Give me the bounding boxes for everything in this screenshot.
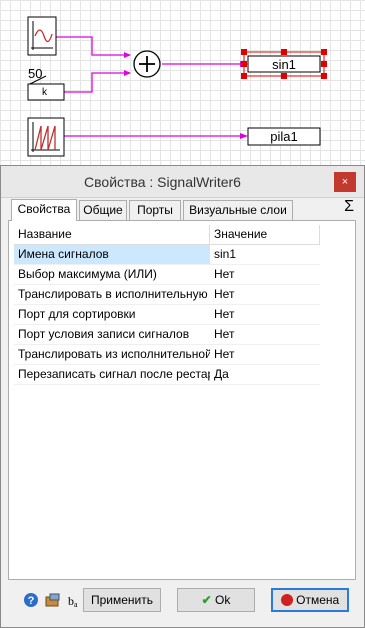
table-row[interactable]: Имена сигналов sin1 xyxy=(14,245,324,265)
properties-pane: Название Значение Имена сигналов sin1 Вы… xyxy=(8,220,356,580)
property-name: Порт для сортировки xyxy=(14,305,210,325)
table-row[interactable]: Транслировать из исполнительной системы … xyxy=(14,345,324,365)
table-row[interactable]: Перезаписать сигнал после рестарта Да xyxy=(14,365,324,385)
tab-visual-layers[interactable]: Визуальные слои xyxy=(183,200,293,220)
property-name: Транслировать из исполнительной системы xyxy=(14,345,210,365)
ok-label: Ok xyxy=(215,593,231,607)
property-name: Перезаписать сигнал после рестарта xyxy=(14,365,210,385)
connector-arrowhead xyxy=(124,52,131,58)
property-name: Транслировать в исполнительную систему xyxy=(14,285,210,305)
column-header-name[interactable]: Название xyxy=(14,225,210,245)
gain-k-label: k xyxy=(42,87,47,98)
property-name: Выбор максимума (ИЛИ) xyxy=(14,265,210,285)
toolbox-icon[interactable] xyxy=(45,592,61,608)
resize-handle[interactable] xyxy=(321,61,327,67)
connector-arrowhead xyxy=(124,70,131,76)
writer2-label: pila1 xyxy=(270,129,298,144)
svg-text:a: a xyxy=(74,600,78,608)
resize-handle[interactable] xyxy=(241,73,247,79)
diagram-canvas[interactable]: 50 k sin1 pila1 xyxy=(0,0,365,165)
sum-block[interactable] xyxy=(133,50,161,78)
table-row[interactable]: Транслировать в исполнительную систему Н… xyxy=(14,285,324,305)
button-bar: ? b a Применить ✔ Ok Отмена xyxy=(1,586,365,622)
connector-arrowhead xyxy=(240,133,248,139)
properties-dialog: Свойства : SignalWriter6 × Свойства Общи… xyxy=(0,165,365,628)
tab-properties[interactable]: Свойства xyxy=(11,199,77,221)
resize-handle[interactable] xyxy=(321,73,327,79)
property-value[interactable]: Нет xyxy=(210,325,320,345)
properties-grid: Название Значение Имена сигналов sin1 Вы… xyxy=(14,225,324,385)
cancel-button[interactable]: Отмена xyxy=(271,588,349,612)
property-value[interactable]: Нет xyxy=(210,265,320,285)
close-button[interactable]: × xyxy=(334,172,356,192)
cancel-icon xyxy=(280,594,293,606)
apply-button[interactable]: Применить xyxy=(83,588,161,612)
grid-header: Название Значение xyxy=(14,225,324,245)
connector-k-to-sum xyxy=(64,72,130,93)
property-value[interactable]: Нет xyxy=(210,345,320,365)
check-icon: ✔ xyxy=(201,593,212,607)
ok-button[interactable]: ✔ Ok xyxy=(177,588,255,612)
const-value-label: 50 xyxy=(28,66,43,81)
table-row[interactable]: Порт условия записи сигналов Нет xyxy=(14,325,324,345)
property-value[interactable]: sin1 xyxy=(210,245,320,265)
resize-handle[interactable] xyxy=(281,49,287,55)
tab-ports[interactable]: Порты xyxy=(129,200,181,220)
sigma-icon[interactable]: Σ xyxy=(344,198,354,216)
resize-handle[interactable] xyxy=(281,73,287,79)
table-row[interactable]: Порт для сортировки Нет xyxy=(14,305,324,325)
property-name: Порт условия записи сигналов xyxy=(14,325,210,345)
resize-handle[interactable] xyxy=(321,49,327,55)
resize-handle[interactable] xyxy=(241,61,247,67)
cancel-label: Отмена xyxy=(296,593,340,607)
font-icon[interactable]: b a xyxy=(67,592,83,608)
svg-text:?: ? xyxy=(28,595,35,607)
dialog-title: Свойства : SignalWriter6 xyxy=(84,174,241,190)
writer1-label: sin1 xyxy=(272,57,296,72)
column-header-value[interactable]: Значение xyxy=(210,225,320,245)
tab-general[interactable]: Общие xyxy=(79,200,127,220)
table-row[interactable]: Выбор максимума (ИЛИ) Нет xyxy=(14,265,324,285)
property-value[interactable]: Нет xyxy=(210,285,320,305)
property-value[interactable]: Да xyxy=(210,365,320,385)
resize-handle[interactable] xyxy=(241,49,247,55)
property-value[interactable]: Нет xyxy=(210,305,320,325)
sawtooth-block[interactable] xyxy=(27,117,65,157)
connector-sin-to-sum xyxy=(56,36,130,56)
help-icon[interactable]: ? xyxy=(23,592,39,608)
dialog-titlebar[interactable]: Свойства : SignalWriter6 × xyxy=(1,166,364,198)
property-name: Имена сигналов xyxy=(14,245,210,265)
sine-block[interactable] xyxy=(27,16,57,56)
